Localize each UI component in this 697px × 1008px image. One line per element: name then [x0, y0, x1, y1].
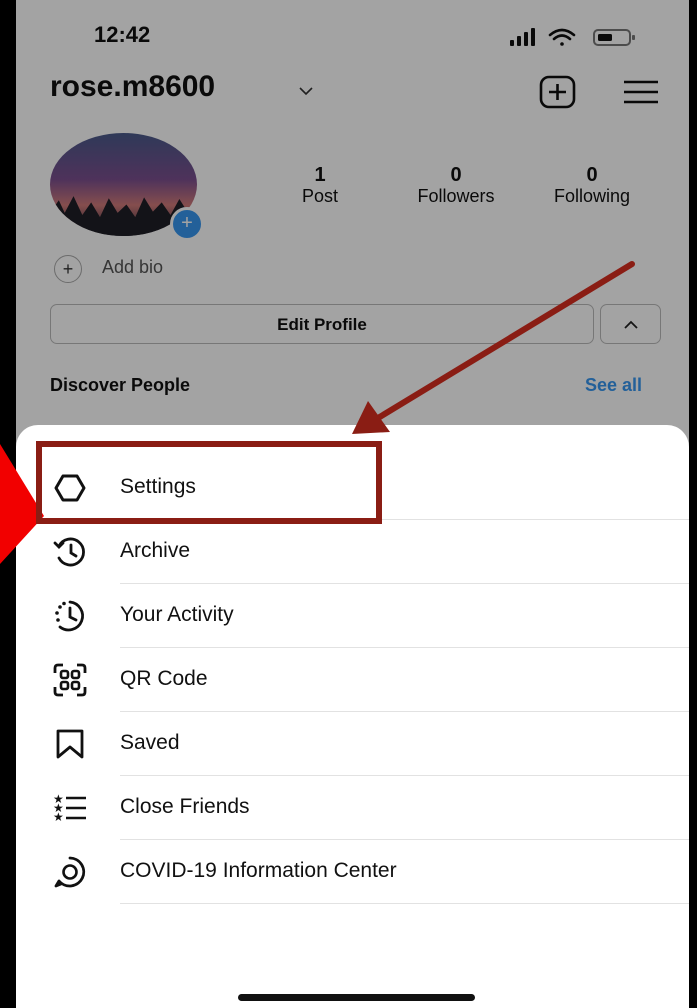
stat-posts-value: 1 — [314, 164, 326, 186]
menu-item-your-activity[interactable]: Your Activity — [16, 584, 689, 648]
home-indicator[interactable] — [238, 994, 475, 1001]
chevron-up-icon — [623, 320, 638, 329]
stat-following-value: 0 — [586, 164, 598, 186]
menu-item-label: Close Friends — [120, 795, 250, 818]
menu-hamburger-icon[interactable] — [623, 80, 659, 104]
add-bio-plus-icon[interactable]: + — [54, 255, 82, 283]
status-icons — [510, 28, 635, 46]
highlight-box — [36, 441, 382, 524]
svg-text:★: ★ — [53, 810, 64, 824]
menu-item-covid-info[interactable]: COVID-19 Information Center — [16, 840, 689, 904]
chevron-down-icon[interactable] — [299, 86, 313, 96]
wifi-icon — [548, 28, 576, 46]
stat-followers-label[interactable]: Followers — [386, 186, 526, 207]
menu-item-label: Archive — [120, 539, 191, 562]
menu-item-close-friends[interactable]: ★ ★ ★ Close Friends — [16, 776, 689, 840]
see-all-link[interactable]: See all — [585, 375, 642, 396]
menu-item-qr-code[interactable]: QR Code — [16, 648, 689, 712]
menu-item-label: QR Code — [120, 667, 208, 690]
stat-posts-label[interactable]: Post — [250, 186, 390, 207]
info-center-icon — [54, 856, 86, 888]
bookmark-icon — [56, 729, 84, 759]
profile-username[interactable]: rose.m8600 — [50, 70, 215, 104]
qr-code-icon — [53, 663, 87, 697]
menu-item-label: Your Activity — [120, 603, 234, 626]
stat-following-label[interactable]: Following — [522, 186, 662, 207]
menu-item-label: COVID-19 Information Center — [120, 859, 397, 882]
suggestions-toggle-button[interactable] — [600, 304, 661, 344]
new-post-icon[interactable] — [539, 75, 577, 109]
activity-clock-icon — [55, 600, 84, 632]
star-list-icon: ★ ★ ★ — [53, 792, 86, 824]
battery-icon — [593, 29, 635, 46]
archive-clock-icon — [53, 537, 85, 567]
menu-item-saved[interactable]: Saved — [16, 712, 689, 776]
menu-item-archive[interactable]: Archive — [16, 520, 689, 584]
signal-icon — [510, 28, 535, 46]
add-bio-link[interactable]: Add bio — [102, 257, 163, 278]
divider — [120, 903, 689, 904]
stat-followers-value: 0 — [450, 164, 462, 186]
menu-item-label: Saved — [120, 731, 180, 754]
add-story-plus-icon[interactable]: + — [170, 207, 204, 241]
edit-profile-button[interactable]: Edit Profile — [50, 304, 594, 344]
discover-people-heading: Discover People — [50, 375, 191, 395]
status-time: 12:42 — [94, 22, 151, 47]
